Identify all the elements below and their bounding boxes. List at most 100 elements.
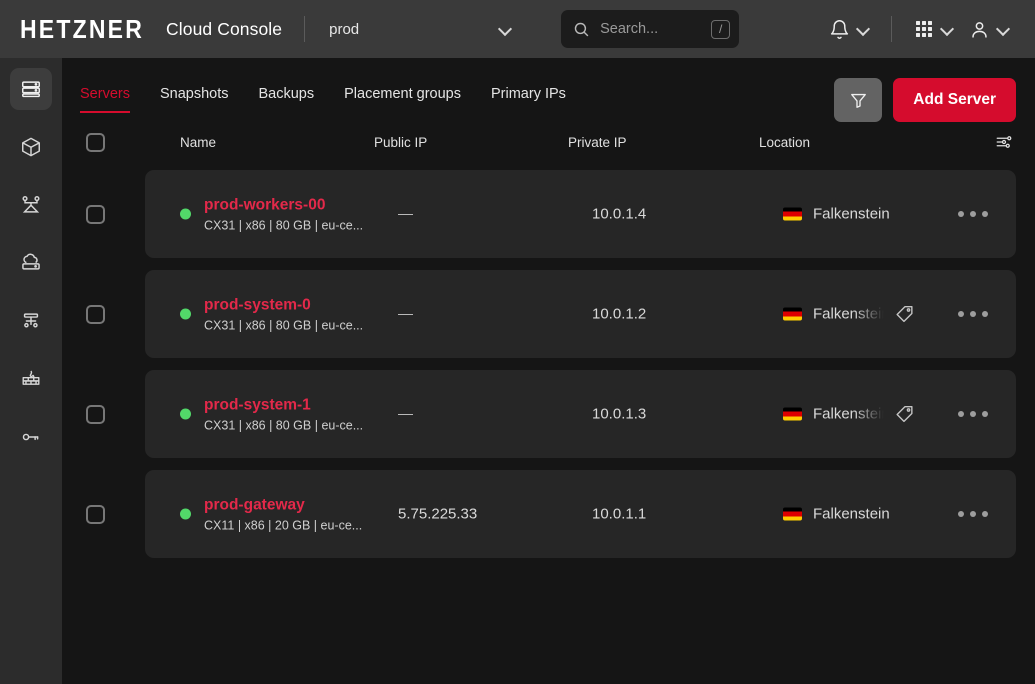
sidebar-item-volumes[interactable]	[10, 126, 52, 168]
server-icon	[22, 81, 40, 98]
server-list: prod-workers-00 CX31 | x86 | 80 GB | eu-…	[62, 164, 1035, 564]
search-icon	[574, 22, 589, 36]
server-name-link[interactable]: prod-workers-00	[204, 195, 363, 214]
status-indicator-running	[180, 208, 191, 220]
server-name-link[interactable]: prod-system-1	[204, 395, 363, 414]
server-spec: CX11 | x86 | 20 GB | eu-ce...	[204, 518, 363, 533]
tab-placement-groups[interactable]: Placement groups	[344, 86, 461, 113]
sidebar-item-networks[interactable]	[10, 242, 52, 284]
sidebar-item-firewalls[interactable]	[10, 358, 52, 400]
private-ip-value: 10.0.1.2	[592, 305, 647, 323]
top-bar: HETZNER Cloud Console prod Search... /	[0, 0, 1035, 58]
sidebar-item-floating-ips[interactable]	[10, 300, 52, 342]
row-checkbox[interactable]	[86, 304, 105, 324]
column-header-location: Location	[759, 134, 811, 150]
location-value: Falkenstein	[813, 505, 890, 523]
apps-menu-button[interactable]	[906, 13, 961, 45]
chevron-down-icon	[941, 23, 953, 35]
header-actions	[821, 13, 1017, 46]
tab-servers[interactable]: Servers	[80, 86, 130, 113]
column-settings-button[interactable]	[995, 133, 1013, 151]
location-cell: Falkenstein	[783, 406, 890, 423]
grid-apps-icon	[916, 21, 932, 37]
server-name-cell: prod-workers-00 CX31 | x86 | 80 GB | eu-…	[204, 195, 363, 232]
firewall-icon	[22, 370, 40, 385]
search-placeholder: Search...	[600, 21, 659, 37]
sidebar-item-ssh-keys[interactable]	[10, 416, 52, 458]
filter-button[interactable]	[834, 78, 883, 122]
server-name-link[interactable]: prod-gateway	[204, 495, 362, 514]
chevron-down-icon	[857, 23, 869, 35]
location-value: Falkenstein	[813, 405, 890, 423]
cloud-server-icon	[22, 253, 40, 270]
public-ip-value: 5.75.225.33	[398, 505, 478, 523]
public-ip-value: —	[398, 205, 413, 223]
sidebar-item-servers[interactable]	[10, 68, 52, 110]
load-balancer-icon	[22, 196, 40, 213]
column-header-private-ip: Private IP	[568, 134, 627, 150]
select-all-checkbox[interactable]	[86, 132, 105, 152]
row-actions-menu[interactable]	[956, 403, 990, 425]
row-actions-menu[interactable]	[956, 203, 990, 225]
project-selector[interactable]: prod	[327, 10, 517, 48]
server-name-cell: prod-system-0 CX31 | x86 | 80 GB | eu-ce…	[204, 295, 363, 332]
tag-icon	[896, 305, 913, 323]
bell-icon	[830, 19, 849, 39]
column-settings-icon	[996, 136, 1012, 148]
tab-primary-ips[interactable]: Primary IPs	[491, 86, 566, 113]
tab-bar: Servers Snapshots Backups Placement grou…	[62, 58, 1035, 122]
header-divider	[304, 16, 306, 42]
row-actions-menu[interactable]	[956, 303, 990, 325]
table-row[interactable]: prod-gateway CX11 | x86 | 20 GB | eu-ce.…	[86, 464, 1016, 564]
germany-flag-icon	[783, 207, 802, 221]
table-row[interactable]: prod-system-0 CX31 | x86 | 80 GB | eu-ce…	[86, 264, 1016, 364]
sidebar-item-load-balancers[interactable]	[10, 184, 52, 226]
table-row[interactable]: prod-workers-00 CX31 | x86 | 80 GB | eu-…	[86, 164, 1016, 264]
location-cell: Falkenstein	[783, 306, 890, 323]
server-name-link[interactable]: prod-system-0	[204, 295, 363, 314]
server-spec: CX31 | x86 | 80 GB | eu-ce...	[204, 418, 364, 433]
row-actions-menu[interactable]	[956, 503, 990, 525]
label-tag-button[interactable]	[894, 404, 915, 425]
label-tag-button[interactable]	[894, 304, 915, 325]
header-divider-2	[891, 16, 892, 42]
server-spec: CX31 | x86 | 80 GB | eu-ce...	[204, 218, 364, 233]
key-icon	[22, 433, 39, 441]
status-indicator-running	[180, 408, 191, 420]
server-name-cell: prod-system-1 CX31 | x86 | 80 GB | eu-ce…	[204, 395, 363, 432]
tab-backups[interactable]: Backups	[259, 86, 315, 113]
location-value: Falkenstein	[813, 305, 890, 323]
main-content: Servers Snapshots Backups Placement grou…	[62, 58, 1035, 684]
tab-snapshots[interactable]: Snapshots	[160, 86, 229, 113]
row-checkbox[interactable]	[86, 504, 105, 524]
cube-icon	[22, 137, 40, 157]
location-cell: Falkenstein	[783, 506, 890, 523]
server-spec: CX31 | x86 | 80 GB | eu-ce...	[204, 318, 364, 333]
search-shortcut-key: /	[711, 19, 731, 39]
sidebar	[0, 58, 62, 684]
germany-flag-icon	[783, 507, 802, 521]
status-indicator-running	[180, 508, 191, 520]
germany-flag-icon	[783, 307, 802, 321]
app-title: Cloud Console	[166, 18, 283, 39]
status-indicator-running	[180, 308, 191, 320]
germany-flag-icon	[783, 407, 802, 421]
location-value: Falkenstein	[813, 205, 890, 223]
server-name-cell: prod-gateway CX11 | x86 | 20 GB | eu-ce.…	[204, 495, 362, 532]
filter-funnel-icon	[850, 93, 866, 108]
notifications-button[interactable]	[821, 13, 877, 46]
floating-ip-icon	[23, 313, 39, 328]
account-menu-button[interactable]	[961, 13, 1017, 46]
search-input[interactable]: Search... /	[561, 10, 740, 48]
table-row[interactable]: prod-system-1 CX31 | x86 | 80 GB | eu-ce…	[86, 364, 1016, 464]
private-ip-value: 10.0.1.3	[592, 405, 647, 423]
row-checkbox[interactable]	[86, 404, 105, 424]
chevron-down-icon	[997, 23, 1009, 35]
private-ip-value: 10.0.1.4	[592, 205, 647, 223]
add-server-button[interactable]: Add Server	[893, 78, 1016, 122]
row-checkbox[interactable]	[86, 204, 105, 224]
toolbar-actions: Add Server	[834, 78, 1016, 122]
public-ip-value: —	[398, 305, 413, 323]
user-account-icon	[972, 21, 987, 38]
public-ip-value: —	[398, 405, 413, 423]
